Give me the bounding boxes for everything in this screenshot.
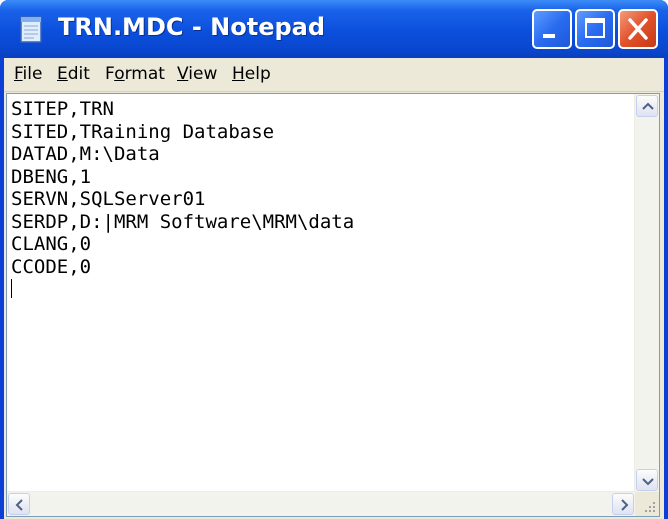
minimize-button[interactable] [532,9,572,49]
menu-edit-rest: dit [67,64,90,84]
menu-help-accel: H [232,64,245,84]
menu-edit-accel: E [57,64,68,84]
text-line: CCODE,0 [11,255,92,278]
menu-file[interactable]: File [14,64,42,84]
notepad-icon[interactable] [18,14,44,44]
menu-format-accel: o [114,64,125,84]
arrow-left-icon [15,499,23,511]
menu-view[interactable]: View [177,64,217,84]
scroll-left-button[interactable] [8,493,30,515]
menu-bar: File Edit Format View Help [4,58,664,92]
maximize-button[interactable] [575,9,615,49]
title-bar[interactable]: TRN.MDC - Notepad [0,0,668,58]
notepad-window: TRN.MDC - Notepad File Edit Format View [0,0,668,519]
minimize-icon [543,34,555,38]
text-line: DBENG,1 [11,165,92,188]
text-editor[interactable]: SITEP,TRN SITED,TRaining Database DATAD,M:… [6,93,660,517]
menu-view-accel: V [177,64,189,84]
text-line: SITED,TRaining Database [11,120,275,143]
window-title: TRN.MDC - Notepad [58,13,326,41]
text-line: SERVN,SQLServer01 [11,188,206,210]
scroll-down-button[interactable] [636,469,658,491]
arrow-right-icon [621,499,629,511]
vertical-scrollbar[interactable] [634,94,659,492]
document-text[interactable]: SITEP,TRN SITED,TRaining Database DATAD,M:… [11,98,621,478]
menu-file-accel: F [14,64,23,84]
menu-format-rest: rmat [124,64,165,84]
menu-edit[interactable]: Edit [57,64,90,84]
menu-help[interactable]: Help [232,64,271,84]
arrow-down-icon [642,478,654,486]
close-button[interactable] [618,9,658,49]
text-line: SERDP,D:|MRM Software\MRM\data [11,210,355,233]
menu-help-rest: elp [244,64,271,84]
menu-format-prefix: F [105,64,115,84]
scroll-up-button[interactable] [636,95,658,117]
horizontal-scrollbar[interactable] [7,491,635,516]
close-icon [628,18,648,40]
arrow-up-icon [642,102,654,110]
text-line: CLANG,0 [11,233,92,255]
menu-format[interactable]: Format [105,64,165,84]
menu-view-rest: iew [188,64,218,84]
resize-grip-icon [645,502,655,512]
text-line: SITEP,TRN [11,98,114,120]
resize-grip[interactable] [635,492,659,516]
scroll-right-button[interactable] [612,493,634,515]
text-line: DATAD,M:\Data [11,143,160,165]
text-caret [11,279,12,298]
client-area: File Edit Format View Help SITEP,TRN SITE… [4,58,664,519]
menu-file-rest: ile [22,64,43,84]
maximize-icon [585,18,605,38]
